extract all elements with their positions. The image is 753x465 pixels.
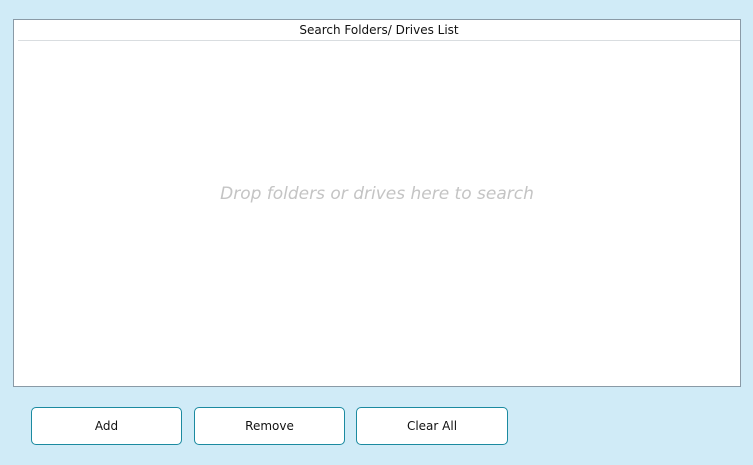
drop-placeholder: Drop folders or drives here to search xyxy=(220,184,534,204)
clear-all-button[interactable]: Clear All xyxy=(356,407,508,445)
add-button[interactable]: Add xyxy=(31,407,182,445)
remove-button[interactable]: Remove xyxy=(194,407,345,445)
list-header: Search Folders/ Drives List xyxy=(18,20,740,41)
search-folders-list[interactable]: Search Folders/ Drives List Drop folders… xyxy=(13,19,741,387)
